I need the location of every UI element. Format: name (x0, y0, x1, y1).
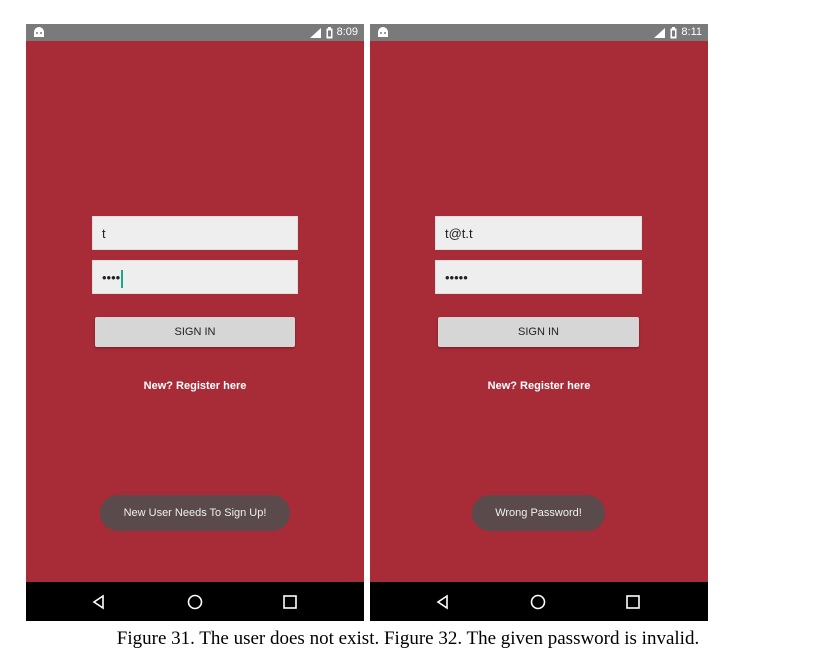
home-icon[interactable] (186, 593, 204, 611)
password-field[interactable]: •••• (92, 260, 298, 294)
register-link[interactable]: New? Register here (370, 380, 708, 392)
signal-icon (654, 27, 666, 38)
back-icon[interactable] (90, 593, 108, 611)
sign-in-button[interactable]: SIGN IN (95, 317, 295, 347)
password-field-value: •••• (102, 270, 121, 285)
email-field[interactable]: t (92, 216, 298, 250)
toast-message: Wrong Password! (472, 495, 605, 531)
status-bar: 8:09 (26, 24, 364, 41)
email-field-value: t (102, 226, 106, 241)
back-icon[interactable] (434, 593, 452, 611)
password-field[interactable]: ••••• (435, 260, 642, 294)
toast-message: New User Needs To Sign Up! (100, 495, 290, 531)
email-field[interactable]: t@t.t (435, 216, 642, 250)
figure-caption: Figure 31. The user does not exist. Figu… (116, 628, 700, 649)
android-icon (34, 27, 44, 37)
register-link[interactable]: New? Register here (26, 380, 364, 392)
status-bar: 8:11 (370, 24, 708, 41)
password-field-value: ••••• (445, 270, 468, 285)
email-field-value: t@t.t (445, 226, 473, 241)
status-time: 8:11 (681, 26, 702, 38)
navigation-bar (370, 582, 708, 621)
recents-icon[interactable] (624, 593, 642, 611)
home-icon[interactable] (529, 593, 547, 611)
android-icon (378, 27, 388, 37)
status-time: 8:09 (336, 26, 358, 38)
recents-icon[interactable] (281, 593, 299, 611)
battery-icon (670, 26, 677, 38)
phone-screen-user-not-exist: 8:09 t •••• SIGN IN New? Register here N… (26, 24, 364, 621)
signal-icon (309, 27, 321, 38)
phone-screen-invalid-password: 8:11 t@t.t ••••• SIGN IN New? Register h… (370, 24, 708, 621)
battery-icon (326, 26, 333, 38)
text-cursor (121, 269, 124, 288)
navigation-bar (26, 582, 364, 621)
sign-in-button[interactable]: SIGN IN (438, 317, 639, 347)
